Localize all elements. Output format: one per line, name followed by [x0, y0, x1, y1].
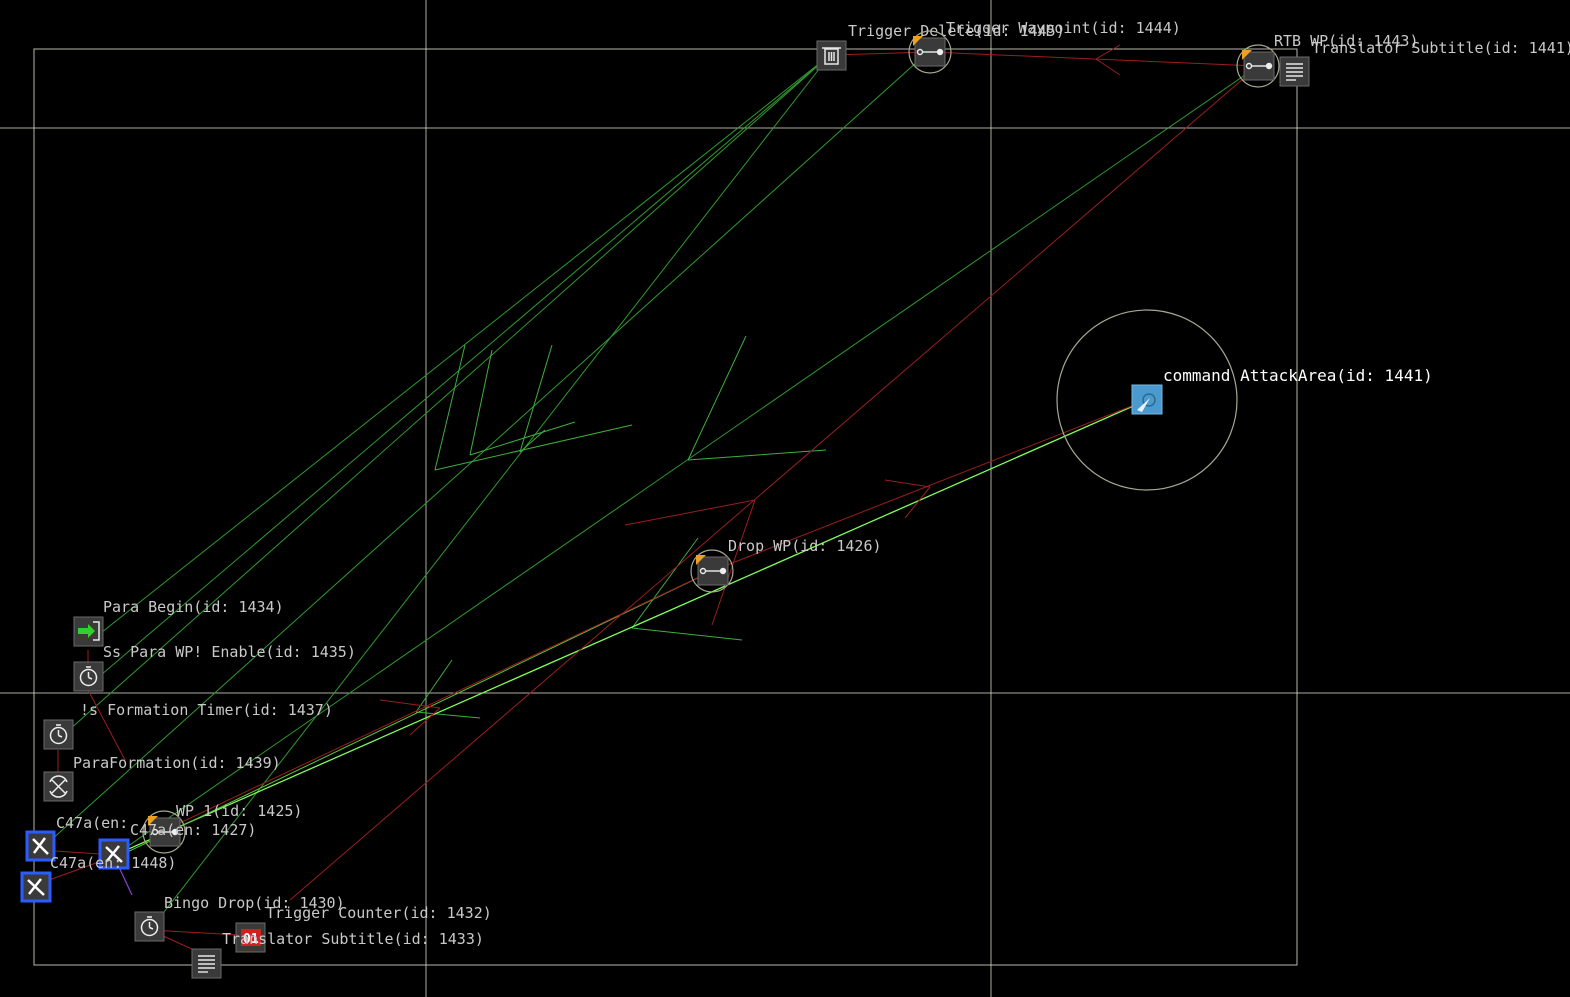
para-begin-label: Para Begin(id: 1434): [103, 598, 284, 616]
drop-wp-node[interactable]: Drop WP(id: 1426): [690, 537, 882, 593]
link-green: [149, 54, 831, 931]
link-green: [91, 54, 831, 641]
mission-editor-canvas[interactable]: Trigger Delete(id: 1445) Trigger Waypoin…: [0, 0, 1570, 997]
link-green: [114, 65, 1259, 856]
formation-timer-label: !s Formation Timer(id: 1437): [80, 701, 333, 719]
drop-wp-label: Drop WP(id: 1426): [728, 537, 882, 555]
translator-subtitle-bottom-node[interactable]: Translator Subtitle(id: 1433): [191, 930, 484, 979]
paraformation-label: ParaFormation(id: 1439): [73, 754, 281, 772]
wp1-label: WP 1(id: 1425): [176, 802, 302, 820]
trigger-waypoint-node[interactable]: Trigger Waypoint(id: 1444): [908, 19, 1181, 74]
paraformation-node[interactable]: ParaFormation(id: 1439): [43, 754, 281, 802]
link-attack: [114, 399, 1148, 856]
c47a-b-label: C47a(en: 1427): [130, 821, 256, 839]
c47a-a-label: C47a(en:: [56, 814, 128, 832]
ss-para-wp-enable-label: Ss Para WP! Enable(id: 1435): [103, 643, 356, 661]
command-attackarea-label: command AttackArea(id: 1441): [1163, 366, 1433, 385]
link-green: [59, 54, 831, 739]
c47a-c-label: C47a(en: 1448): [50, 854, 176, 872]
translator-subtitle-top-label: Translator Subtitle(id: 1441): [1312, 39, 1570, 57]
ss-para-wp-enable-node[interactable]: Ss Para WP! Enable(id: 1435): [73, 643, 356, 692]
grid: [0, 0, 1570, 997]
trigger-counter-label: Trigger Counter(id: 1432): [266, 904, 492, 922]
translator-subtitle-top-node[interactable]: Translator Subtitle(id: 1441): [1279, 39, 1570, 87]
translator-subtitle-bottom-label: Translator Subtitle(id: 1433): [222, 930, 484, 948]
formation-timer-node[interactable]: !s Formation Timer(id: 1437): [43, 701, 333, 750]
command-attackarea-node[interactable]: command AttackArea(id: 1441): [1131, 366, 1433, 415]
para-begin-node[interactable]: Para Begin(id: 1434): [73, 598, 284, 647]
trigger-waypoint-label: Trigger Waypoint(id: 1444): [946, 19, 1181, 37]
